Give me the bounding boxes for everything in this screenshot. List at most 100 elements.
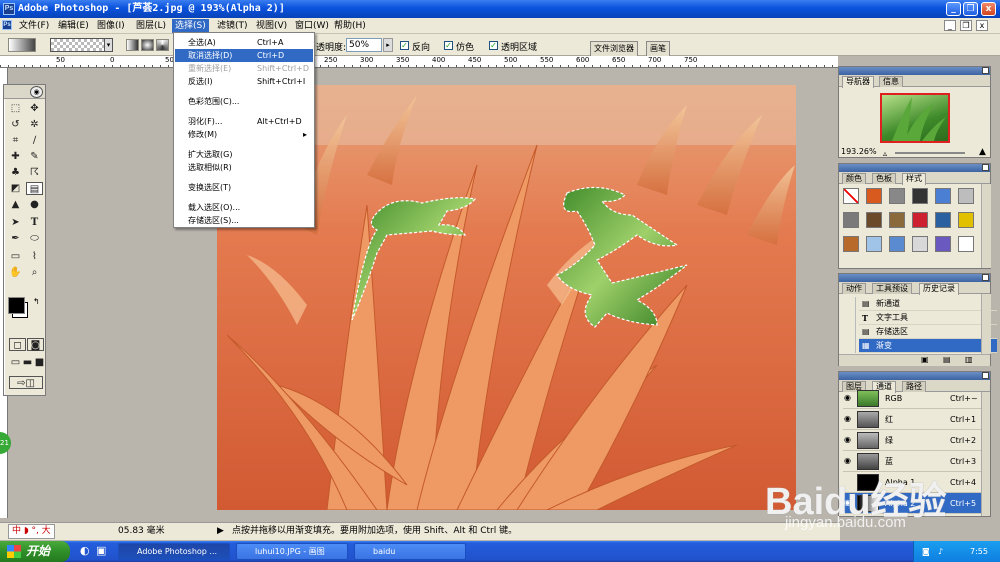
- tab-actions[interactable]: 动作: [842, 283, 866, 294]
- close-button[interactable]: x: [981, 2, 996, 16]
- style-swatch[interactable]: [889, 236, 905, 252]
- chevron-down-icon[interactable]: ▾: [104, 38, 113, 52]
- history-item[interactable]: ▤ 存储选区: [859, 325, 997, 339]
- doc-minimize-button[interactable]: _: [944, 20, 956, 31]
- zoom-slider[interactable]: [895, 152, 965, 154]
- panel-minimize-button[interactable]: [982, 164, 989, 171]
- task-baidu-folder[interactable]: baidu: [354, 543, 466, 560]
- task-paint[interactable]: luhui10.JPG - 画图: [236, 543, 348, 560]
- menu-item-transform-selection[interactable]: 变换选区(T): [175, 181, 313, 194]
- minimize-button[interactable]: _: [946, 2, 961, 16]
- panel-minimize-button[interactable]: [982, 67, 989, 74]
- style-swatch[interactable]: [912, 188, 928, 204]
- style-swatch[interactable]: [935, 236, 951, 252]
- status-arrow-icon[interactable]: ▶: [217, 523, 224, 540]
- jump-to-imageready-icon[interactable]: ⇨◫: [9, 376, 43, 389]
- history-item[interactable]: T 文字工具: [859, 311, 997, 325]
- brush-tool-icon[interactable]: ✎: [26, 150, 43, 163]
- reverse-checkbox[interactable]: ✓: [400, 41, 409, 50]
- restore-button[interactable]: ❐: [963, 2, 978, 16]
- style-swatch[interactable]: [958, 212, 974, 228]
- menu-item-feather[interactable]: 羽化(F)... Alt+Ctrl+D: [175, 115, 313, 128]
- tab-tool-presets[interactable]: 工具预设: [872, 283, 912, 294]
- tray-network-icon[interactable]: ◙: [922, 541, 930, 562]
- style-swatch[interactable]: [935, 212, 951, 228]
- foreground-color-swatch[interactable]: [8, 297, 25, 314]
- linear-gradient-button[interactable]: [126, 39, 139, 51]
- eyedropper-tool-icon[interactable]: ⌇: [26, 250, 43, 263]
- channel-row-blue[interactable]: ◉ 蓝 Ctrl+3: [843, 451, 990, 472]
- menu-item-similar[interactable]: 选取相似(R): [175, 161, 313, 174]
- photoshop-app-icon[interactable]: Ps: [3, 3, 15, 15]
- menu-file[interactable]: 文件(F): [16, 19, 52, 33]
- magic-wand-tool-icon[interactable]: ✲: [26, 118, 43, 131]
- crop-tool-icon[interactable]: ⌗: [7, 134, 24, 147]
- panel-titlebar[interactable]: [839, 164, 990, 172]
- eye-logo-icon[interactable]: ◉: [30, 86, 43, 98]
- style-swatch[interactable]: [866, 212, 882, 228]
- standard-mode-icon[interactable]: ◻: [9, 338, 26, 351]
- blur-tool-icon[interactable]: ▲: [7, 198, 24, 211]
- style-swatch[interactable]: [889, 188, 905, 204]
- style-swatch[interactable]: [958, 236, 974, 252]
- tab-info[interactable]: 信息: [879, 76, 903, 87]
- menu-layer[interactable]: 图层(L): [133, 19, 169, 33]
- doc-restore-button[interactable]: ❐: [960, 20, 972, 31]
- angle-gradient-button[interactable]: [156, 39, 169, 51]
- menu-image[interactable]: 图像(I): [94, 19, 128, 33]
- radial-gradient-button[interactable]: [141, 39, 154, 51]
- gradient-tool-icon[interactable]: ▤: [26, 182, 43, 195]
- menu-item-deselect[interactable]: 取消选择(D) Ctrl+D: [175, 49, 313, 62]
- menu-window[interactable]: 窗口(W): [292, 19, 332, 33]
- style-swatch[interactable]: [866, 188, 882, 204]
- toolbox-header[interactable]: ◉: [4, 85, 45, 99]
- file-browser-tab[interactable]: 文件浏览器: [590, 41, 638, 56]
- eraser-tool-icon[interactable]: ◩: [7, 182, 24, 195]
- clock[interactable]: 7:55: [970, 541, 988, 562]
- full-screen-mode-icon[interactable]: ■: [31, 356, 48, 369]
- tab-navigator[interactable]: 导航器: [842, 76, 874, 88]
- menu-item-grow[interactable]: 扩大选取(G): [175, 148, 313, 161]
- zoom-tool-icon[interactable]: ⌕: [26, 266, 43, 279]
- style-swatch[interactable]: [866, 236, 882, 252]
- trash-icon[interactable]: ▥: [965, 355, 973, 364]
- ie-icon[interactable]: ◐: [80, 544, 90, 557]
- style-swatch[interactable]: [843, 188, 859, 204]
- channel-row-rgb[interactable]: ◉ RGB Ctrl+~: [843, 388, 990, 409]
- menu-item-select-all[interactable]: 全选(A) Ctrl+A: [175, 36, 313, 49]
- style-swatch[interactable]: [912, 212, 928, 228]
- channel-row-red[interactable]: ◉ 红 Ctrl+1: [843, 409, 990, 430]
- tab-swatches[interactable]: 色板: [872, 173, 896, 184]
- move-tool-icon[interactable]: ✥: [26, 102, 43, 115]
- history-item-selected[interactable]: ▦ 渐变: [859, 339, 997, 353]
- brushes-tab[interactable]: 画笔: [646, 41, 670, 56]
- panel-titlebar[interactable]: [839, 372, 990, 380]
- channel-row-green[interactable]: ◉ 绿 Ctrl+2: [843, 430, 990, 451]
- tab-history[interactable]: 历史记录: [919, 283, 959, 295]
- menu-item-load-selection[interactable]: 载入选区(O)...: [175, 201, 313, 214]
- dither-checkbox[interactable]: ✓: [444, 41, 453, 50]
- notes-tool-icon[interactable]: ▭: [7, 250, 24, 263]
- show-desktop-icon[interactable]: ▣: [96, 544, 106, 557]
- zoom-level[interactable]: 193.26%: [841, 147, 877, 156]
- path-selection-tool-icon[interactable]: ➤: [7, 216, 24, 229]
- opacity-input[interactable]: 50%: [346, 38, 382, 52]
- zoom-in-icon[interactable]: ▲: [979, 147, 986, 157]
- panel-titlebar[interactable]: [839, 67, 990, 75]
- tab-color[interactable]: 颜色: [842, 173, 866, 184]
- shape-tool-icon[interactable]: ⬭: [26, 232, 43, 245]
- menu-item-modify[interactable]: 修改(M) ▸: [175, 128, 313, 141]
- style-swatch[interactable]: [912, 236, 928, 252]
- slice-tool-icon[interactable]: ∕: [26, 134, 43, 147]
- side-widget-icon[interactable]: 21: [0, 432, 11, 454]
- style-swatch[interactable]: [958, 188, 974, 204]
- eye-icon[interactable]: ◉: [844, 415, 852, 423]
- eye-icon[interactable]: ◉: [844, 457, 852, 465]
- menu-edit[interactable]: 编辑(E): [55, 19, 92, 33]
- menu-filter[interactable]: 滤镜(T): [214, 19, 251, 33]
- menu-item-color-range[interactable]: 色彩范围(C)...: [175, 95, 313, 108]
- eye-icon[interactable]: ◉: [844, 394, 852, 402]
- menu-item-inverse[interactable]: 反选(I) Shift+Ctrl+I: [175, 75, 313, 88]
- menu-select[interactable]: 选择(S): [172, 19, 209, 33]
- marquee-tool-icon[interactable]: ⬚: [7, 102, 24, 115]
